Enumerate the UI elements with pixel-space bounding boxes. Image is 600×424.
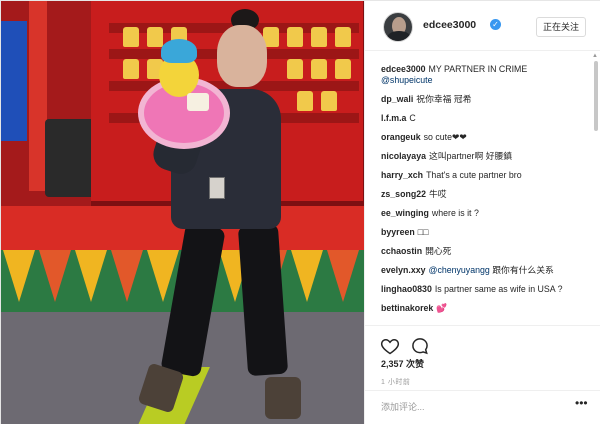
add-comment-input[interactable] [381, 399, 561, 415]
comment-username[interactable]: byyreen [381, 227, 415, 237]
comment-username[interactable]: nicolayaya [381, 151, 426, 161]
comment: orangeuk so cute❤❤ [381, 132, 586, 143]
comment-text: 💕 [436, 303, 448, 313]
comments-list: edcee3000 MY PARTNER IN CRIME @shupeicute… [381, 64, 586, 323]
comment: harry_xch That's a cute partner bro [381, 170, 586, 181]
comment-mention[interactable]: @chenyuyangg [429, 265, 490, 275]
comment-text: □□ [417, 227, 429, 237]
following-button[interactable]: 正在关注 [536, 17, 586, 37]
comment: linghao0830 Is partner same as wife in US… [381, 284, 586, 295]
avatar[interactable] [383, 12, 413, 42]
caption-mention[interactable]: @shupeicute [381, 75, 432, 85]
comment-text: 跟你有什么关系 [492, 265, 554, 275]
comment-username[interactable]: edcee3000 [381, 64, 426, 74]
caption-text: MY PARTNER IN CRIME [428, 64, 528, 74]
heart-icon[interactable] [379, 336, 401, 356]
comment-text: 開心死 [425, 246, 452, 256]
comment: evelyn.xxy @chenyuyangg 跟你有什么关系 [381, 265, 586, 276]
comment: nicolayaya 这叫partner啊 好腰鎮 [381, 151, 586, 162]
comment: bettinakorek 💕 [381, 303, 586, 314]
comment-text: Is partner same as wife in USA ? [434, 284, 563, 294]
caption: edcee3000 MY PARTNER IN CRIME @shupeicute [381, 64, 586, 86]
comment: dp_wali 祝你幸福 冠希 [381, 94, 586, 105]
comment-text: 祝你幸福 冠希 [416, 94, 472, 104]
comment-username[interactable]: l.f.m.a [381, 113, 406, 123]
comment: l.f.m.a C [381, 113, 586, 124]
comment: ee_winging where is it ? [381, 208, 586, 219]
post-header: edcee3000 ✓ 正在关注 [365, 1, 600, 51]
comment-username[interactable]: linghao0830 [381, 284, 432, 294]
post-side-panel: edcee3000 ✓ 正在关注 ▲ edcee3000 MY PARTNER I… [364, 1, 600, 424]
comment: byyreen □□ [381, 227, 586, 238]
comments-scrollbar[interactable] [594, 61, 599, 323]
comment-username[interactable]: cchaostin [381, 246, 422, 256]
comment-text: 这叫partner啊 好腰鎮 [429, 151, 513, 161]
post-photo[interactable] [1, 1, 364, 424]
post-username[interactable]: edcee3000 [423, 19, 476, 31]
add-comment-bar: ••• [365, 390, 600, 422]
comment: cchaostin 開心死 [381, 246, 586, 257]
comment-username[interactable]: ee_winging [381, 208, 429, 218]
verified-badge-icon: ✓ [490, 19, 501, 30]
comment-text: so cute❤❤ [423, 132, 467, 142]
comment-text: where is it ? [431, 208, 479, 218]
like-count[interactable]: 2,357 次赞 [381, 357, 424, 370]
post-actions: 2,357 次赞 1 小时前 ••• [365, 325, 600, 421]
comment-username[interactable]: dp_wali [381, 94, 413, 104]
comment-username[interactable]: harry_xch [381, 170, 423, 180]
comment-icon[interactable] [409, 336, 431, 356]
scrollbar-thumb[interactable] [594, 61, 598, 131]
instagram-post: edcee3000 ✓ 正在关注 ▲ edcee3000 MY PARTNER I… [0, 0, 600, 424]
comment-text: C [409, 113, 416, 123]
more-options-icon[interactable]: ••• [575, 396, 588, 410]
comment-text: That's a cute partner bro [426, 170, 522, 180]
scroll-up-icon[interactable]: ▲ [592, 53, 598, 59]
comment-username[interactable]: orangeuk [381, 132, 421, 142]
comment-text: 牛哎 [428, 189, 447, 199]
comment-username[interactable]: bettinakorek [381, 303, 433, 313]
post-timestamp[interactable]: 1 小时前 [381, 377, 410, 387]
comment-username[interactable]: zs_song22 [381, 189, 426, 199]
comment-username[interactable]: evelyn.xxy [381, 265, 426, 275]
comment: zs_song22 牛哎 [381, 189, 586, 200]
